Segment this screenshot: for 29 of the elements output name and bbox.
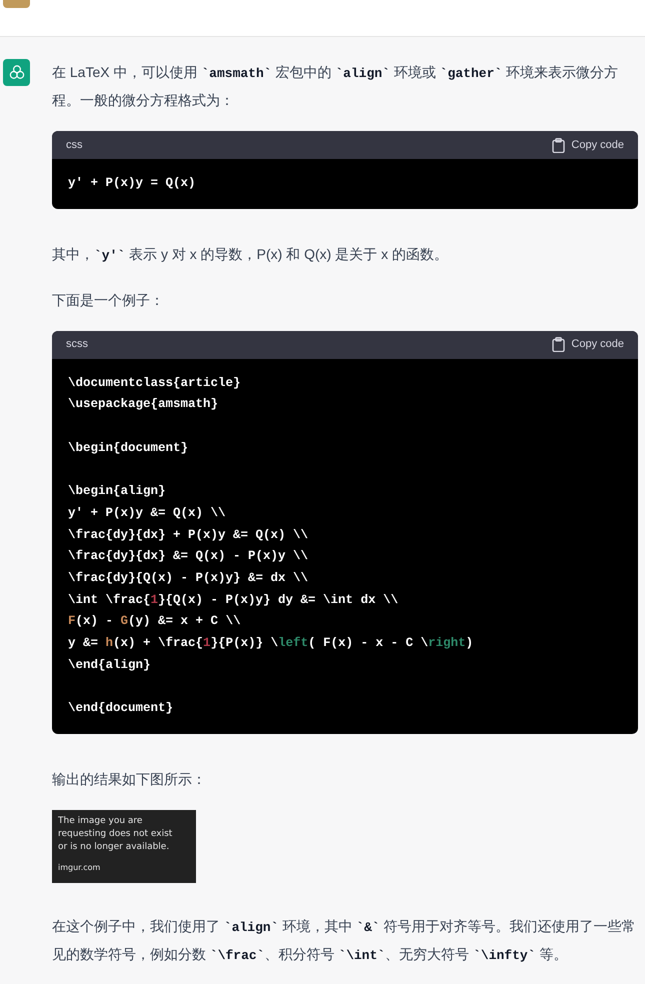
user-avatar (3, 0, 30, 8)
message-paragraph: 在 LaTeX 中，可以使用 `amsmath` 宏包中的 `align` 环境或 `gather` 环境来表示微分方程。一般的微分方程格式为： (52, 63, 620, 110)
code-line: F(x) - G(y) &= x + C \\ (68, 613, 241, 630)
code-line: y' + P(x)y &= Q(x) \\ (68, 504, 226, 522)
message-paragraph: 在这个例子中，我们使用了 `align` 环境，其中 `&` 符号用于对齐等号。我们还使用了一些常见的数学符号，例如分数 `\frac`、积分符号 `\int`、无穷大符号 `\infty` 等。 (52, 916, 637, 965)
code-language: scss (66, 337, 88, 352)
code-line: \end{document} (68, 700, 174, 718)
code-line: y &= h(x) + \frac{1}{P(x)} \left( F(x) - x - C \right) (68, 635, 474, 652)
code-line: \begin{align} (68, 483, 166, 500)
clipboard-icon (552, 337, 566, 352)
copy-code-button[interactable]: Copy code (552, 336, 624, 353)
code-line: y' + P(x)y = Q(x) (68, 175, 196, 192)
image-error-text: The image you are requesting does not exist or is no longer available. (58, 814, 172, 854)
code-language: css (66, 138, 82, 153)
message-paragraph: 其中，`y'` 表示 y 对 x 的导数，P(x) 和 Q(x) 是关于 x 的函数。 (52, 244, 449, 265)
code-line: \frac{dy}{dx} &= Q(x) - P(x)y \\ (68, 548, 308, 566)
knot-icon (8, 64, 26, 82)
code-line: \documentclass{article} (68, 374, 241, 392)
code-line: \int \frac{1}{Q(x) - P(x)y} dy &= \int dx \\ (68, 592, 398, 609)
code-line: \frac{dy}{Q(x) - P(x)y} &= dx \\ (68, 570, 308, 587)
code-line: \usepackage{amsmath} (68, 396, 218, 414)
code-line: \frac{dy}{dx} + P(x)y &= Q(x) \\ (68, 526, 308, 544)
clipboard-icon (552, 138, 566, 152)
copy-code-button[interactable]: Copy code (552, 136, 624, 154)
image-source-text: imgur.com (58, 862, 100, 873)
message-paragraph: 下面是一个例子： (52, 290, 165, 310)
code-line: \end{align} (68, 656, 151, 674)
code-line: \begin{document} (68, 440, 188, 457)
message-paragraph: 输出的结果如下图所示： (52, 770, 207, 789)
